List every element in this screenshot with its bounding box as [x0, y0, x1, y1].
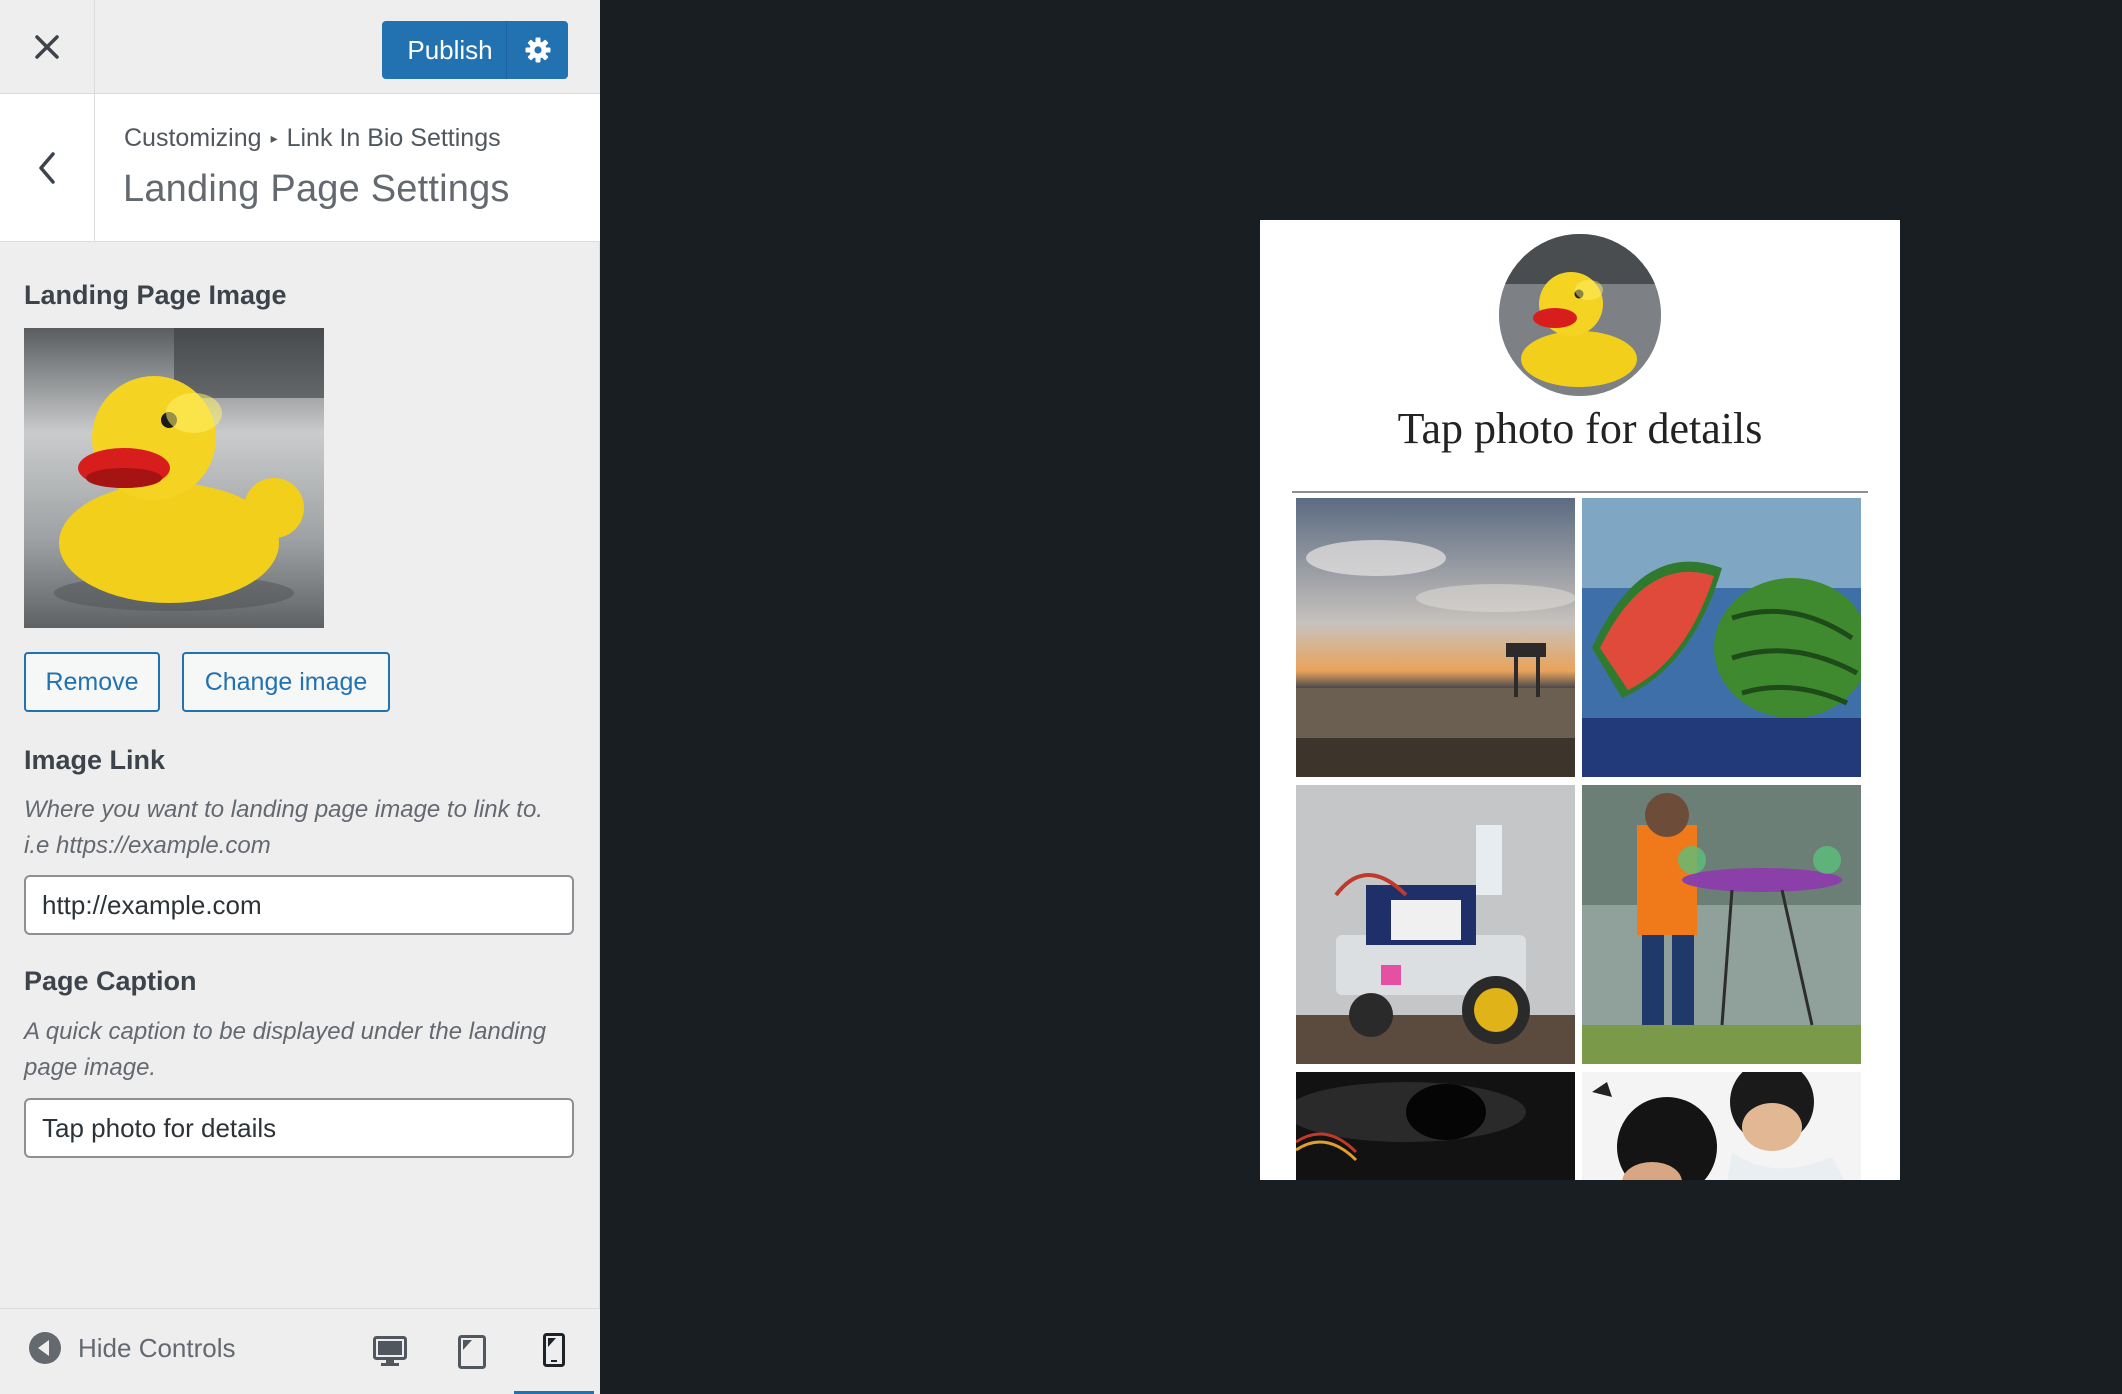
photo-tile[interactable]: [1296, 785, 1575, 1064]
photo-tile[interactable]: [1296, 498, 1575, 777]
breadcrumb-root: Customizing: [124, 124, 262, 152]
dark-electronics-image: [1296, 1072, 1575, 1180]
remove-image-button[interactable]: Remove: [24, 652, 160, 712]
page-caption-description: A quick caption to be displayed under th…: [24, 1018, 547, 1081]
image-link-label: Image Link: [24, 745, 166, 775]
preview-mobile-button[interactable]: [514, 1309, 594, 1394]
landing-image-thumbnail[interactable]: [24, 328, 324, 628]
duck-image: [24, 328, 324, 628]
breadcrumb-parent: Link In Bio Settings: [286, 124, 501, 152]
image-link-description: Where you want to landing page image to …: [24, 796, 543, 859]
preview-caption: Tap photo for details: [1397, 404, 1763, 453]
hide-controls-button[interactable]: Hide Controls: [28, 1331, 236, 1365]
page-caption-input[interactable]: [24, 1098, 574, 1158]
kids-reading-image: [1582, 1072, 1861, 1180]
preview-desktop-button[interactable]: [350, 1309, 430, 1394]
customizer-topbar: Publish: [0, 0, 600, 94]
photo-tile[interactable]: [1582, 498, 1861, 777]
preview-divider: [1292, 491, 1868, 493]
photo-tile[interactable]: [1582, 785, 1861, 1064]
desktop-icon: [373, 1336, 407, 1366]
breadcrumb-separator: ▸: [270, 130, 278, 146]
section-title: Landing Page Settings: [123, 168, 510, 210]
customizer-sidebar: Publish Customizing ▸ Link In Bio Settin…: [0, 0, 600, 1394]
arrow-left-circle-icon: [29, 1332, 61, 1364]
section-header: Customizing ▸ Link In Bio Settings Landi…: [0, 94, 600, 242]
tablet-icon: [458, 1335, 486, 1369]
close-button[interactable]: [0, 0, 95, 94]
back-button[interactable]: [0, 94, 95, 241]
mobile-preview-frame[interactable]: Tap photo for details: [1260, 220, 1900, 1180]
drone-pilot-image: [1582, 785, 1861, 1064]
customizer-footer: Hide Controls: [0, 1308, 600, 1394]
gear-icon: [525, 37, 550, 63]
landing-image-label: Landing Page Image: [24, 280, 287, 310]
change-image-button[interactable]: Change image: [182, 652, 390, 712]
landing-avatar[interactable]: [1499, 234, 1661, 396]
publish-group: Publish: [382, 21, 568, 79]
publish-settings-button[interactable]: [506, 21, 568, 79]
duck-avatar-image: [1499, 234, 1661, 396]
hide-controls-label: Hide Controls: [78, 1332, 236, 1363]
photo-tile[interactable]: [1582, 1072, 1861, 1180]
close-icon: [35, 35, 59, 59]
image-link-input[interactable]: [24, 875, 574, 935]
chevron-left-icon: [39, 151, 55, 184]
publish-button[interactable]: Publish: [382, 21, 506, 79]
page-caption-label: Page Caption: [24, 966, 197, 996]
watermelon-painting-image: [1582, 498, 1861, 777]
breadcrumb: Customizing ▸ Link In Bio Settings: [124, 124, 501, 153]
photo-tile[interactable]: [1296, 1072, 1575, 1180]
sunset-beach-image: [1296, 498, 1575, 777]
mobile-icon: [543, 1333, 565, 1367]
preview-tablet-button[interactable]: [432, 1309, 512, 1394]
robot-car-image: [1296, 785, 1575, 1064]
